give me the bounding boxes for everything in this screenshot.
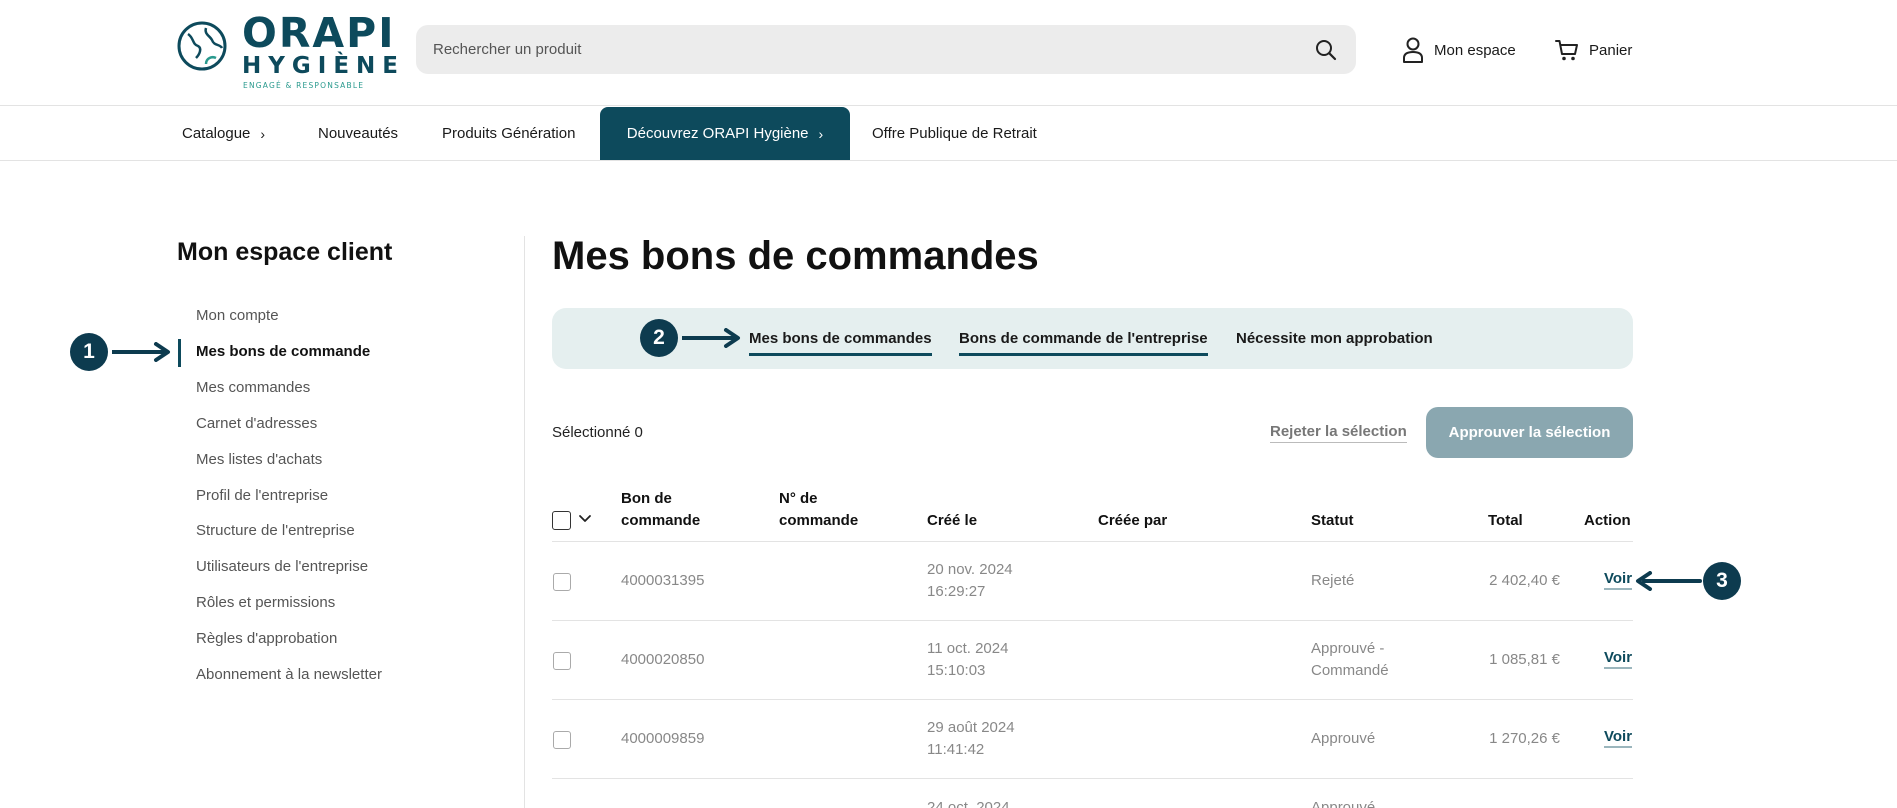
status-text: Approuvé [1311, 730, 1376, 747]
sidebar-item-carnet-adresses[interactable]: Carnet d'adresses [196, 415, 317, 432]
column-header-action: Action [1584, 512, 1631, 529]
column-header-created-on[interactable]: Créé le [927, 510, 977, 532]
selected-count: Sélectionné 0 [552, 424, 643, 441]
table-divider [552, 699, 1633, 700]
column-header-po[interactable]: Bon de commande [621, 488, 700, 532]
sidebar-item-roles-permissions[interactable]: Rôles et permissions [196, 594, 335, 611]
row-checkbox[interactable] [553, 652, 571, 670]
sidebar-title: Mon espace client [177, 238, 393, 266]
nav-item-label: Catalogue [182, 125, 251, 142]
column-header-po-line2: commande [621, 512, 701, 529]
cart-link[interactable]: Panier [1555, 36, 1632, 64]
status-text: Rejeté [1311, 572, 1355, 589]
brand-name-line2: HYGIÈNE [242, 53, 406, 79]
nav-item-offre-publique[interactable]: Offre Publique de Retrait [872, 107, 1037, 160]
column-header-status[interactable]: Statut [1311, 510, 1354, 532]
nav-item-catalogue[interactable]: Catalogue › [182, 107, 265, 160]
total-amount: 1 270,26 € [1489, 730, 1560, 747]
po-tabs-bar: 2 Mes bons de commandes Bons de commande… [552, 308, 1633, 369]
account-label: Mon espace [1434, 41, 1516, 59]
nav-item-decouvrez[interactable]: Découvrez ORAPI Hygiène › [600, 107, 850, 160]
created-date: 24 oct. 2024 [927, 799, 1010, 808]
search-input[interactable] [433, 25, 1283, 74]
sidebar-item-mes-bons-de-commande[interactable]: Mes bons de commande [196, 343, 370, 360]
row-checkbox[interactable] [553, 573, 571, 591]
table-divider [552, 620, 1633, 621]
status-text: Approuvé - [1311, 640, 1385, 657]
column-header-po-line1: Bon de [621, 490, 672, 507]
nav-item-label: Nouveautés [318, 125, 399, 142]
reject-selection-button[interactable]: Rejeter la sélection [1270, 423, 1407, 443]
column-header-order-line2: commande [779, 512, 859, 529]
orapi-logo[interactable]: ORAPI HYGIÈNE ENGAGÉ & RESPONSABLE [176, 8, 398, 92]
arrow-left-icon [1636, 571, 1702, 591]
globe-logo-icon [177, 21, 227, 71]
sidebar-item-regles-approbation[interactable]: Règles d'approbation [196, 630, 337, 647]
sidebar-item-mon-compte[interactable]: Mon compte [196, 307, 279, 324]
brand-name-line1: ORAPI [242, 9, 396, 57]
cart-label: Panier [1589, 41, 1633, 59]
site-header: ORAPI HYGIÈNE ENGAGÉ & RESPONSABLE Mon e… [0, 0, 1897, 106]
status-text-line2: Commandé [1311, 662, 1389, 679]
view-link[interactable]: Voir [1604, 649, 1633, 669]
created-time: 16:29:27 [927, 583, 986, 600]
table-divider [552, 778, 1633, 779]
approve-selection-button[interactable]: Approuver la sélection [1426, 407, 1633, 458]
sidebar-item-structure-entreprise[interactable]: Structure de l'entreprise [196, 522, 355, 539]
arrow-right-icon [682, 328, 740, 348]
nav-item-nouveautes[interactable]: Nouveautés [318, 107, 398, 160]
sidebar-item-utilisateurs-entreprise[interactable]: Utilisateurs de l'entreprise [196, 558, 368, 575]
sidebar-item-newsletter[interactable]: Abonnement à la newsletter [196, 666, 382, 683]
search-bar [416, 25, 1356, 74]
brand-tagline: ENGAGÉ & RESPONSABLE [243, 81, 365, 90]
tab-necessite-approbation[interactable]: Nécessite mon approbation [1236, 330, 1433, 353]
main-nav: Catalogue › Nouveautés Produits Générati… [0, 107, 1897, 161]
callout-marker-2: 2 [640, 319, 678, 357]
po-number: 4000020850 [621, 651, 705, 668]
column-header-order[interactable]: N° de commande [779, 488, 858, 532]
page-title: Mes bons de commandes [552, 234, 1039, 278]
created-date: 11 oct. 2024 [927, 640, 1009, 657]
total-amount: 2 402,40 € [1489, 572, 1560, 589]
column-header-created-by[interactable]: Créée par [1098, 510, 1167, 532]
sidebar-item-mes-commandes[interactable]: Mes commandes [196, 379, 310, 396]
po-number: 4000031395 [621, 572, 705, 589]
content-divider [524, 236, 525, 808]
nav-item-label: Découvrez ORAPI Hygiène [626, 125, 809, 142]
column-header-total[interactable]: Total [1488, 510, 1523, 532]
nav-item-label: Produits Génération [442, 125, 576, 142]
view-link[interactable]: Voir [1604, 570, 1633, 590]
view-link[interactable]: Voir [1604, 728, 1633, 748]
callout-marker-1: 1 [70, 333, 108, 371]
sidebar-item-listes-achats[interactable]: Mes listes d'achats [196, 451, 322, 468]
column-header-order-line1: N° de [779, 490, 818, 507]
callout-marker-3: 3 [1703, 562, 1741, 600]
status-text: Approuvé [1311, 799, 1376, 808]
total-amount: 1 085,81 € [1489, 651, 1560, 668]
chevron-right-icon: › [260, 125, 266, 142]
arrow-right-icon [112, 342, 170, 362]
sidebar-item-profil-entreprise[interactable]: Profil de l'entreprise [196, 487, 328, 504]
tab-bons-entreprise[interactable]: Bons de commande de l'entreprise [959, 330, 1208, 356]
chevron-down-icon[interactable] [578, 514, 592, 524]
po-number: 4000009859 [621, 730, 705, 747]
tab-mes-bons-de-commandes[interactable]: Mes bons de commandes [749, 330, 932, 356]
select-all-checkbox[interactable] [552, 511, 571, 530]
nav-item-produits-generation[interactable]: Produits Génération [442, 107, 575, 160]
chevron-right-icon: › [818, 125, 824, 142]
sidebar-active-indicator [178, 339, 181, 367]
account-link[interactable]: Mon espace [1402, 36, 1516, 64]
user-icon [1403, 37, 1423, 63]
cart-icon [1555, 40, 1578, 61]
nav-item-label: Offre Publique de Retrait [872, 125, 1037, 142]
created-date: 20 nov. 2024 [927, 561, 1013, 578]
created-date: 29 août 2024 [927, 719, 1015, 736]
created-time: 11:41:42 [927, 741, 985, 758]
created-time: 15:10:03 [927, 662, 986, 679]
row-checkbox[interactable] [553, 731, 571, 749]
search-icon[interactable] [1314, 38, 1338, 62]
table-divider [552, 541, 1633, 542]
